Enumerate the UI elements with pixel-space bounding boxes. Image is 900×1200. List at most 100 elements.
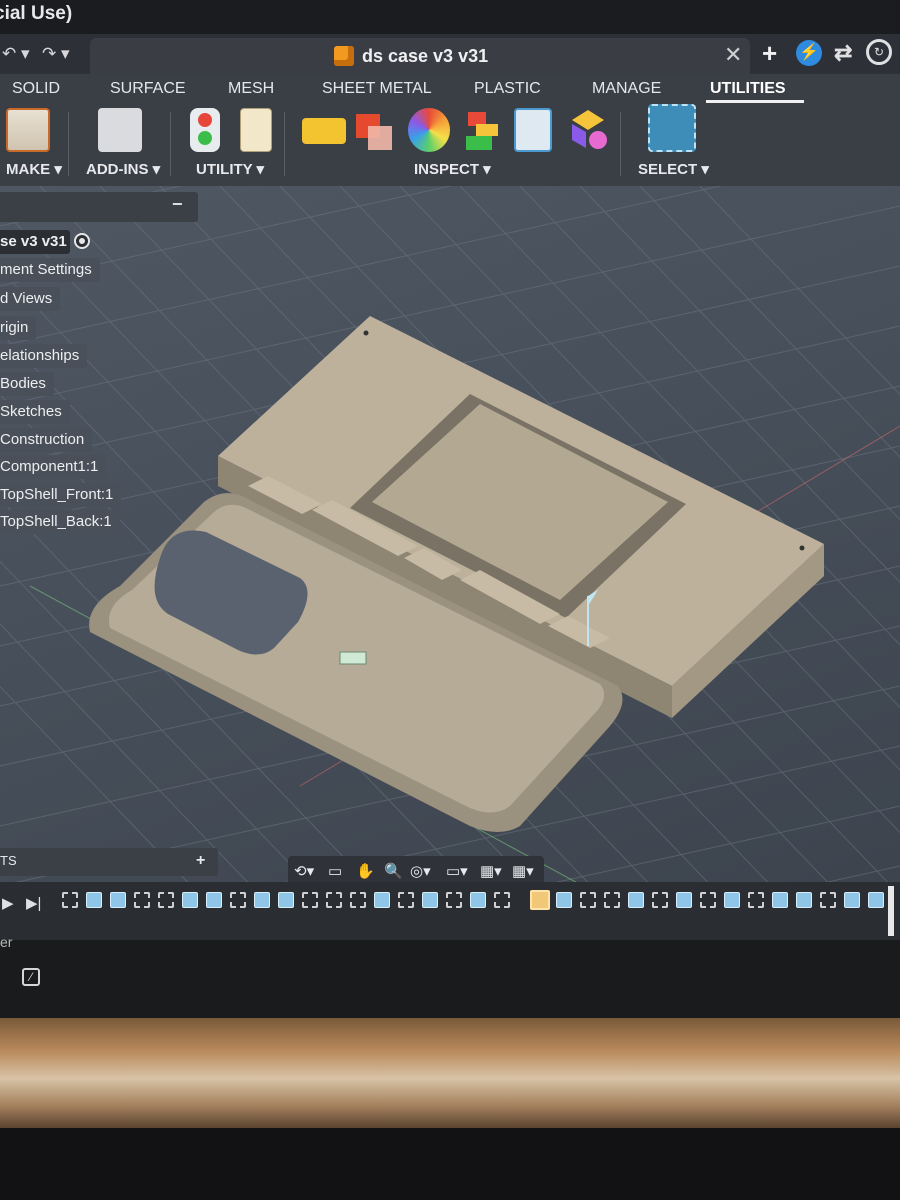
tab-mesh[interactable]: MESH: [228, 80, 274, 98]
display-component-colors-icon[interactable]: [568, 108, 608, 152]
timeline-sketch-marker[interactable]: [652, 892, 668, 908]
pan-icon[interactable]: ✋: [356, 862, 375, 880]
timeline-feature-marker[interactable]: [86, 892, 102, 908]
timeline-sketch-marker[interactable]: [604, 892, 620, 908]
make-group-label[interactable]: MAKE ▾: [6, 160, 62, 178]
timeline-sketch-marker[interactable]: [350, 892, 366, 908]
lightning-icon[interactable]: ⚡: [796, 40, 822, 66]
browser-item-topshell-back[interactable]: TopShell_Back:1: [0, 510, 120, 534]
timeline-sketch-marker[interactable]: [748, 892, 764, 908]
tab-solid[interactable]: SOLID: [12, 80, 60, 98]
browser-item-origin[interactable]: rigin: [0, 316, 37, 340]
measure-icon[interactable]: [302, 118, 346, 144]
traffic-light-icon[interactable]: [190, 108, 220, 152]
viewports-icon[interactable]: ▦▾: [512, 862, 534, 880]
browser-item-sketches[interactable]: Sketches: [0, 400, 70, 424]
timeline-sketch-marker[interactable]: [820, 892, 836, 908]
comments-panel[interactable]: [0, 848, 218, 876]
timeline-feature-marker[interactable]: [772, 892, 788, 908]
redo-icon[interactable]: ↷ ▾: [42, 44, 70, 64]
3d-viewport[interactable]: [0, 186, 900, 916]
make-3d-print-icon[interactable]: [6, 108, 50, 152]
ground-grid: [0, 186, 900, 916]
scripts-addins-icon[interactable]: [98, 108, 142, 152]
zebra-analysis-icon[interactable]: [408, 108, 450, 152]
timeline-sketch-marker[interactable]: [398, 892, 414, 908]
active-radio-icon[interactable]: [74, 233, 90, 249]
browser-item-topshell-front[interactable]: TopShell_Front:1: [0, 483, 122, 507]
select-icon[interactable]: [648, 104, 696, 152]
timeline-feature-marker[interactable]: [868, 892, 884, 908]
timeline-feature-marker[interactable]: [278, 892, 294, 908]
addins-group-label[interactable]: ADD-INS ▾: [86, 160, 160, 178]
clock-icon[interactable]: ↻: [866, 39, 892, 65]
timeline-feature-marker[interactable]: [206, 892, 222, 908]
fit-icon[interactable]: ◎▾: [410, 862, 431, 880]
lower-panel: [0, 940, 900, 1018]
offline-icon[interactable]: ⇄: [834, 40, 852, 66]
timeline-feature-marker[interactable]: [182, 892, 198, 908]
tab-manage[interactable]: MANAGE: [592, 80, 661, 98]
browser-item-named-views[interactable]: d Views: [0, 287, 61, 311]
ribbon-separator: [284, 112, 285, 176]
tab-utilities[interactable]: UTILITIES: [710, 80, 786, 98]
grid-settings-icon[interactable]: ▦▾: [480, 862, 502, 880]
utility-group-label[interactable]: UTILITY ▾: [196, 160, 264, 178]
zoom-icon[interactable]: 🔍: [384, 862, 403, 880]
look-at-icon[interactable]: ▭: [328, 862, 342, 880]
new-tab-button[interactable]: +: [762, 38, 777, 69]
timeline-sketch-marker[interactable]: [700, 892, 716, 908]
browser-item-document-settings[interactable]: ment Settings: [0, 258, 100, 282]
browser-header[interactable]: [0, 192, 198, 222]
tab-plastic[interactable]: PLASTIC: [474, 80, 541, 98]
browser-item-relationships[interactable]: elationships: [0, 344, 88, 368]
browser-root-item[interactable]: se v3 v31: [0, 230, 70, 254]
browser-item-construction[interactable]: Construction: [0, 428, 93, 452]
timeline-sketch-marker[interactable]: [326, 892, 342, 908]
timeline-feature-marker[interactable]: [628, 892, 644, 908]
timeline-sketch-marker[interactable]: [494, 892, 510, 908]
draft-analysis-icon[interactable]: [462, 108, 502, 152]
tab-surface[interactable]: SURFACE: [110, 80, 186, 98]
browser-item-component1[interactable]: Component1:1: [0, 455, 107, 479]
timeline-feature-marker[interactable]: [556, 892, 572, 908]
timeline-sketch-marker[interactable]: [446, 892, 462, 908]
inspect-group-label[interactable]: INSPECT ▾: [414, 160, 491, 178]
timeline-sketch-marker[interactable]: [134, 892, 150, 908]
browser-collapse-button[interactable]: −: [172, 194, 183, 215]
play-icon[interactable]: ▶: [2, 894, 14, 912]
skip-end-icon[interactable]: ▶|: [26, 894, 41, 912]
timeline-feature-marker[interactable]: [254, 892, 270, 908]
timeline-sketch-marker[interactable]: [580, 892, 596, 908]
timeline-sketch-marker[interactable]: [302, 892, 318, 908]
timeline-feature-marker[interactable]: [724, 892, 740, 908]
timeline-feature-marker[interactable]: [110, 892, 126, 908]
timeline-sketch-marker[interactable]: [62, 892, 78, 908]
monitor-bezel: [0, 1128, 900, 1200]
checklist-icon[interactable]: [240, 108, 272, 152]
timeline-feature-marker[interactable]: [844, 892, 860, 908]
timeline-feature-marker[interactable]: [470, 892, 486, 908]
edit-icon[interactable]: ⁄: [22, 968, 40, 986]
timeline-sketch-marker[interactable]: [230, 892, 246, 908]
select-group-label[interactable]: SELECT ▾: [638, 160, 709, 178]
timeline-feature-marker[interactable]: [796, 892, 812, 908]
timeline-sketch-marker[interactable]: [158, 892, 174, 908]
interference-icon[interactable]: [354, 108, 394, 152]
section-analysis-icon[interactable]: [514, 108, 552, 152]
timeline-feature-marker[interactable]: [676, 892, 692, 908]
timeline-end-marker[interactable]: [888, 886, 894, 936]
orbit-icon[interactable]: ⟲▾: [294, 862, 314, 880]
timeline-feature-marker[interactable]: [422, 892, 438, 908]
lower-label: er: [0, 934, 13, 950]
undo-icon[interactable]: ↶ ▾: [2, 44, 30, 64]
timeline-selected-marker[interactable]: [530, 890, 550, 910]
display-settings-icon[interactable]: ▭▾: [446, 862, 468, 880]
ribbon-separator: [620, 112, 621, 176]
ribbon-separator: [170, 112, 171, 176]
timeline-feature-marker[interactable]: [374, 892, 390, 908]
close-tab-button[interactable]: ✕: [724, 42, 742, 68]
tab-sheet-metal[interactable]: SHEET METAL: [322, 80, 432, 98]
browser-item-bodies[interactable]: Bodies: [0, 372, 54, 396]
add-comment-button[interactable]: +: [196, 852, 205, 870]
